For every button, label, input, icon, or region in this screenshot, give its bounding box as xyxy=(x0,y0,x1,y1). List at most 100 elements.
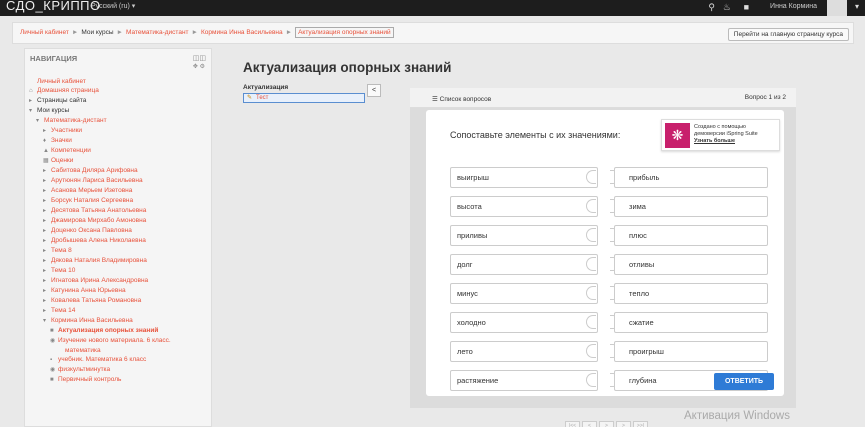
nav-tree-item[interactable]: ▸ Ковалева Татьяна Романовна xyxy=(29,296,211,306)
match-right-item[interactable]: плюс xyxy=(614,225,768,246)
nav-tree-item[interactable]: ▸ Тема 8 xyxy=(29,246,211,256)
nav-tree-item[interactable]: ▸ Катунина Анна Юрьевна xyxy=(29,286,211,296)
match-right-item[interactable]: тепло xyxy=(614,283,768,304)
chevron-down-icon[interactable]: ▾ xyxy=(855,2,859,11)
nav-tree-icon: ◉ xyxy=(50,338,56,344)
nav-tree-item[interactable]: ▸ Тема 10 xyxy=(29,266,211,276)
nav-tree-item[interactable]: ▾ Математика-дистант xyxy=(29,116,211,126)
collapse-toc-button[interactable]: < xyxy=(367,84,381,97)
nav-tree-label: Сабитова Диляра Арифовна xyxy=(51,167,138,174)
course-home-button[interactable]: Перейти на главную страницу курса xyxy=(727,28,849,41)
nav-tree-item[interactable]: ▸ Дробышева Алена Николаевна xyxy=(29,236,211,246)
promo-line1: Создано с помощью xyxy=(694,124,746,130)
pager-button[interactable]: > xyxy=(616,421,631,427)
nav-tree-label: Борсук Наталия Сергеевна xyxy=(51,197,134,204)
nav-tree-icon: ▸ xyxy=(43,308,47,314)
dock-icon[interactable]: ◫◫ xyxy=(193,54,206,62)
nav-tree-item[interactable]: ▸ Десятова Татьяна Анатольевна xyxy=(29,206,211,216)
match-left-item[interactable]: растяжение xyxy=(450,370,598,391)
matching-pair: холодно сжатие xyxy=(450,312,768,333)
navigation-block: НАВИГАЦИЯ ◫◫ ✥ ⚙ Личный кабинет ⌂ Домашняя… xyxy=(24,48,212,427)
match-left-item[interactable]: высота xyxy=(450,196,598,217)
nav-tree-label: Тема 10 xyxy=(51,267,76,274)
toc-label: Актуализация xyxy=(243,84,289,91)
match-left-item[interactable]: минус xyxy=(450,283,598,304)
match-left-item[interactable]: выигрыш xyxy=(450,167,598,188)
pager-button[interactable]: > xyxy=(599,421,614,427)
nav-tree-item[interactable]: ■ Актуализация опорных знаний xyxy=(29,326,211,336)
promo-line2: демоверсии iSpring Suite xyxy=(694,131,758,137)
nav-tree-label: Страницы сайта xyxy=(37,97,87,104)
nav-tree-item[interactable]: ▸ Джамирова Мирхабо Амоновна xyxy=(29,216,211,226)
nav-tree-icon: ■ xyxy=(50,328,54,334)
nav-tree-label: Мои курсы xyxy=(37,107,70,114)
nav-tree-item[interactable]: ▸ Участники xyxy=(29,126,211,136)
nav-tree-icon: ▸ xyxy=(43,278,47,284)
nav-tree-item[interactable]: ▸ Асанова Мерьем Изетовна xyxy=(29,186,211,196)
match-right-item[interactable]: проигрыш xyxy=(614,341,768,362)
match-left-item[interactable]: долг xyxy=(450,254,598,275)
submit-answer-button[interactable]: ОТВЕТИТЬ xyxy=(714,373,774,390)
nav-tree-item[interactable]: ▸ Борсук Наталия Сергеевна xyxy=(29,196,211,206)
nav-tree-item[interactable]: Личный кабинет xyxy=(29,77,211,86)
breadcrumb-item-my-courses[interactable]: Мои курсы xyxy=(81,29,113,36)
nav-tree-item[interactable]: ▸ Арутюнян Лариса Васильевна xyxy=(29,176,211,186)
page-title: Актуализация опорных знаний xyxy=(243,60,452,75)
promo-link[interactable]: Узнать больше xyxy=(694,138,780,145)
nav-tree-item[interactable]: ⌂ Домашняя страница xyxy=(29,86,211,96)
nav-tree-item[interactable]: ◉ физкультминутка xyxy=(29,365,211,375)
breadcrumb-item-section[interactable]: Кормина Инна Васильевна xyxy=(201,29,283,36)
promo-text: Создано с помощью демоверсии iSpring Sui… xyxy=(694,124,780,145)
match-right-item[interactable]: сжатие xyxy=(614,312,768,333)
match-left-item[interactable]: приливы xyxy=(450,225,598,246)
nav-tree-item[interactable]: ▦ Оценки xyxy=(29,156,211,166)
nav-tree-item[interactable]: ▸ Доценко Оксана Павловна xyxy=(29,226,211,236)
match-left-item[interactable]: лето xyxy=(450,341,598,362)
top-navbar: СДО_КРИППО Русский (ru) ▾ ⚲ ♨ ■ Инна Кор… xyxy=(0,0,865,16)
nav-tree-item[interactable]: ▾ Мои курсы xyxy=(29,106,211,116)
breadcrumb-item-dashboard[interactable]: Личный кабинет xyxy=(20,29,69,36)
match-right-item[interactable]: прибыль xyxy=(614,167,768,188)
match-right-item[interactable]: зима xyxy=(614,196,768,217)
breadcrumb-item-course[interactable]: Математика-дистант xyxy=(126,29,189,36)
nav-tree-item[interactable]: ■ Первичный контроль xyxy=(29,375,211,385)
user-name[interactable]: Инна Кормина xyxy=(770,3,817,10)
nav-tree-icon: ▲ xyxy=(43,148,49,154)
search-icon[interactable]: ⚲ xyxy=(708,2,715,13)
nav-tree-item[interactable]: ◉ Изучение нового материала. 6 класс. xyxy=(29,336,211,346)
pager-button[interactable]: |<< xyxy=(565,421,580,427)
nav-tree-item[interactable]: ▸ Страницы сайта xyxy=(29,96,211,106)
matching-pair: минус тепло xyxy=(450,283,768,304)
nav-tree-icon: ▸ xyxy=(43,128,47,134)
question-list-button[interactable]: ☰ Список вопросов xyxy=(432,95,491,103)
nav-tree-item[interactable]: математика xyxy=(29,346,211,355)
match-right-item[interactable]: отливы xyxy=(614,254,768,275)
ispring-promo[interactable]: ❋ Создано с помощью демоверсии iSpring S… xyxy=(661,119,780,151)
nav-tree-item[interactable]: ▸ Дякова Наталия Владимировна xyxy=(29,256,211,266)
nav-tree-label: математика xyxy=(65,347,101,354)
nav-tree-item[interactable]: ▾ Кормина Инна Васильевна xyxy=(29,316,211,326)
language-menu[interactable]: Русский (ru) ▾ xyxy=(91,2,135,10)
connector-left-icon xyxy=(586,286,596,300)
nav-tree-icon: ▸ xyxy=(43,218,47,224)
breadcrumb-item-current[interactable]: Актуализация опорных знаний xyxy=(295,27,394,38)
nav-tree-label: Первичный контроль xyxy=(58,376,122,383)
pager-button[interactable]: < xyxy=(582,421,597,427)
gear-icon[interactable]: ✥ ⚙ xyxy=(193,63,205,70)
site-brand[interactable]: СДО_КРИППО xyxy=(6,0,101,13)
nav-tree-item[interactable]: ▸ Сабитова Диляра Арифовна xyxy=(29,166,211,176)
nav-tree-icon: ▾ xyxy=(29,108,33,114)
nav-tree-item[interactable]: ▸ Тема 14 xyxy=(29,306,211,316)
chat-icon[interactable]: ■ xyxy=(744,2,749,12)
pager-button[interactable]: >>| xyxy=(633,421,648,427)
nav-tree-item[interactable]: ▪ учебник. Математика 6 класс xyxy=(29,355,211,365)
toc-item-test[interactable]: ✎ Тест xyxy=(243,93,365,103)
match-left-item[interactable]: холодно xyxy=(450,312,598,333)
breadcrumb-separator: ► xyxy=(191,29,198,36)
nav-tree-icon: ▸ xyxy=(43,288,47,294)
bell-icon[interactable]: ♨ xyxy=(723,2,731,13)
nav-tree-item[interactable]: ▲ Компетенции xyxy=(29,146,211,156)
nav-tree-item[interactable]: ▸ Игнатова Ирина Александровна xyxy=(29,276,211,286)
avatar[interactable] xyxy=(827,0,847,16)
nav-tree-item[interactable]: ♦ Значки xyxy=(29,136,211,146)
